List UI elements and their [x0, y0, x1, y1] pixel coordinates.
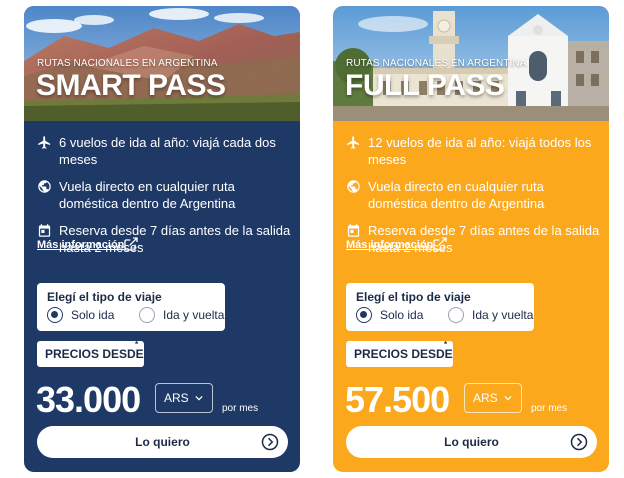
full-pass-card: RUTAS NACIONALES EN ARGENTINA FULL PASS …	[333, 6, 609, 472]
price-period: por mes	[222, 403, 259, 414]
feature-flights: 12 vuelos de ida al año: viajá todos los…	[346, 134, 601, 168]
cta-label: Lo quiero	[135, 435, 190, 449]
radio-label: Solo ida	[71, 308, 115, 322]
calendar-icon	[347, 224, 360, 237]
price-from-badge: PRECIOS DESDE *	[37, 340, 144, 367]
currency-select[interactable]: ARS	[155, 383, 213, 413]
currency-value: ARS	[473, 391, 498, 405]
globe-icon	[38, 180, 51, 193]
chevron-down-icon	[504, 395, 512, 401]
price-badge-label: PRECIOS DESDE	[45, 347, 144, 361]
feature-text: 12 vuelos de ida al año: viajá todos los…	[368, 135, 592, 167]
more-info-link[interactable]: Más información	[346, 239, 433, 251]
smart-pass-card: RUTAS NACIONALES EN ARGENTINA SMART PASS…	[24, 6, 300, 472]
feature-text: Vuela directo en cualquier ruta doméstic…	[59, 179, 236, 211]
hero-image-cabildo: RUTAS NACIONALES EN ARGENTINA FULL PASS	[333, 6, 609, 121]
radio-selected-icon[interactable]	[356, 307, 372, 323]
radio-label: Ida y vuelta	[472, 308, 534, 322]
currency-select[interactable]: ARS	[464, 383, 522, 413]
feature-routes: Vuela directo en cualquier ruta doméstic…	[37, 178, 292, 212]
radio-ida-y-vuelta[interactable]: Ida y vuelta	[448, 307, 534, 327]
airplane-icon	[38, 136, 51, 149]
external-link-icon[interactable]	[123, 236, 139, 252]
feature-routes: Vuela directo en cualquier ruta doméstic…	[346, 178, 601, 212]
radio-solo-ida[interactable]: Solo ida	[356, 307, 436, 327]
radio-ida-y-vuelta[interactable]: Ida y vuelta	[139, 307, 225, 327]
external-link-icon[interactable]	[432, 236, 448, 252]
hero-subtitle: RUTAS NACIONALES EN ARGENTINA	[346, 58, 527, 69]
hero-subtitle: RUTAS NACIONALES EN ARGENTINA	[37, 58, 218, 69]
price-amount: 33.000	[36, 379, 141, 420]
arrow-right-circle-icon	[261, 433, 279, 451]
price-badge-mark: *	[135, 340, 139, 349]
radio-selected-icon[interactable]	[47, 307, 63, 323]
price-from-badge: PRECIOS DESDE *	[346, 340, 453, 367]
more-info-link[interactable]: Más información	[37, 239, 124, 251]
radio-label: Ida y vuelta	[163, 308, 225, 322]
price-badge-mark: *	[444, 340, 448, 349]
currency-value: ARS	[164, 391, 189, 405]
calendar-icon	[38, 224, 51, 237]
pass-title: FULL PASS	[345, 69, 505, 102]
hero-image-mountains: RUTAS NACIONALES EN ARGENTINA SMART PASS	[24, 6, 300, 121]
airplane-icon	[347, 136, 360, 149]
price-period: por mes	[531, 403, 568, 414]
pass-title: SMART PASS	[36, 69, 226, 102]
price-amount: 57.500	[345, 379, 450, 420]
chevron-down-icon	[195, 395, 203, 401]
lo-quiero-button[interactable]: Lo quiero	[346, 426, 597, 458]
price-badge-label: PRECIOS DESDE	[354, 347, 453, 361]
radio-solo-ida[interactable]: Solo ida	[47, 307, 127, 327]
trip-type-title: Elegí el tipo de viaje	[47, 290, 162, 304]
feature-flights: 6 vuelos de ida al año: viajá cada dos m…	[37, 134, 292, 168]
lo-quiero-button[interactable]: Lo quiero	[37, 426, 288, 458]
cta-label: Lo quiero	[444, 435, 499, 449]
radio-unselected-icon[interactable]	[139, 307, 155, 323]
arrow-right-circle-icon	[570, 433, 588, 451]
trip-type-selector: Elegí el tipo de viaje Solo ida Ida y vu…	[37, 283, 225, 331]
radio-unselected-icon[interactable]	[448, 307, 464, 323]
trip-type-selector: Elegí el tipo de viaje Solo ida Ida y vu…	[346, 283, 534, 331]
radio-label: Solo ida	[380, 308, 424, 322]
feature-text: Vuela directo en cualquier ruta doméstic…	[368, 179, 545, 211]
feature-text: 6 vuelos de ida al año: viajá cada dos m…	[59, 135, 276, 167]
trip-type-title: Elegí el tipo de viaje	[356, 290, 471, 304]
globe-icon	[347, 180, 360, 193]
